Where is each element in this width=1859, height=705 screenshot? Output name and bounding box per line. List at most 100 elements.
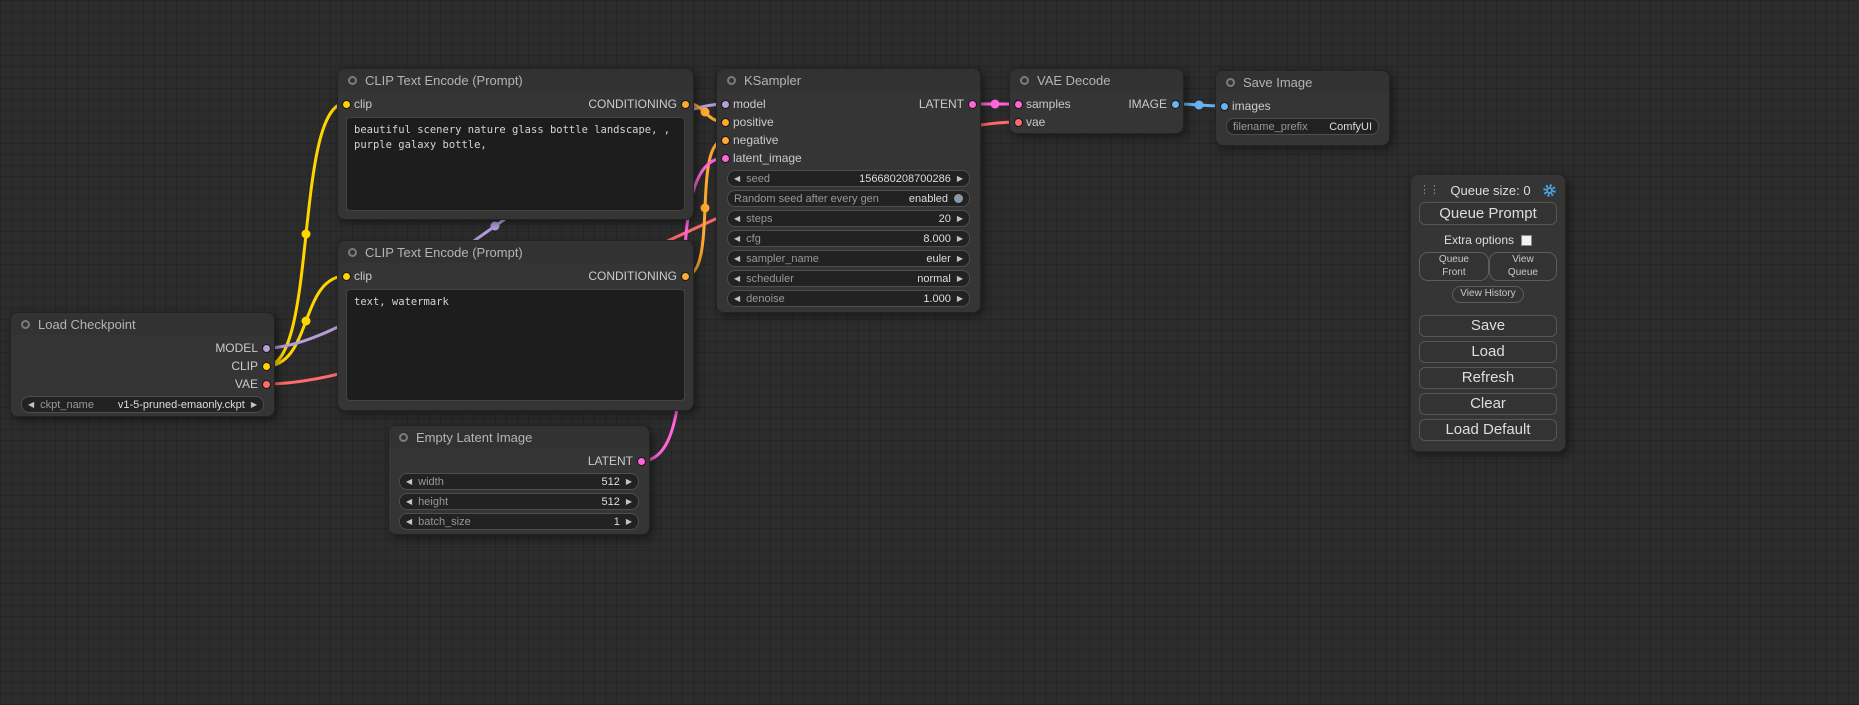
left-arrow-icon[interactable]: ◀ <box>734 295 740 303</box>
node-titlebar[interactable]: KSampler <box>717 69 980 91</box>
node-titlebar[interactable]: Empty Latent Image <box>389 426 649 448</box>
load-default-button[interactable]: Load Default <box>1419 419 1557 441</box>
output-port-image[interactable] <box>1171 100 1180 109</box>
widget-seed[interactable]: ◀ seed 156680208700286 ▶ <box>727 170 970 187</box>
prompt-textarea[interactable]: text, watermark <box>346 289 685 401</box>
output-port-conditioning[interactable] <box>681 272 690 281</box>
slot-row: positive <box>717 113 980 131</box>
output-port-conditioning[interactable] <box>681 100 690 109</box>
left-arrow-icon[interactable]: ◀ <box>406 478 412 486</box>
input-port-latent-image[interactable] <box>721 154 730 163</box>
output-port-latent[interactable] <box>968 100 977 109</box>
collapse-toggle-icon[interactable] <box>1226 78 1235 87</box>
collapse-toggle-icon[interactable] <box>399 433 408 442</box>
widget-denoise[interactable]: ◀ denoise 1.000 ▶ <box>727 290 970 307</box>
collapse-toggle-icon[interactable] <box>727 76 736 85</box>
right-arrow-icon[interactable]: ▶ <box>626 518 632 526</box>
right-arrow-icon[interactable]: ▶ <box>957 255 963 263</box>
widget-sampler-name[interactable]: ◀ sampler_name euler ▶ <box>727 250 970 267</box>
node-title: KSampler <box>744 73 801 88</box>
widget-label: denoise <box>746 293 785 305</box>
node-titlebar[interactable]: Load Checkpoint <box>11 313 274 335</box>
left-arrow-icon[interactable]: ◀ <box>406 498 412 506</box>
input-port-images[interactable] <box>1220 102 1229 111</box>
node-ksampler[interactable]: KSampler model LATENT positive negative … <box>716 68 981 313</box>
right-arrow-icon[interactable]: ▶ <box>251 401 257 409</box>
input-port-positive[interactable] <box>721 118 730 127</box>
slot-row: CLIP <box>11 357 274 375</box>
queue-prompt-button[interactable]: Queue Prompt <box>1419 202 1557 225</box>
node-clip-text-encode-negative[interactable]: CLIP Text Encode (Prompt) clip CONDITION… <box>337 240 694 411</box>
right-arrow-icon[interactable]: ▶ <box>957 295 963 303</box>
node-load-checkpoint[interactable]: Load Checkpoint MODEL CLIP VAE ◀ ckpt_na… <box>10 312 275 417</box>
left-arrow-icon[interactable]: ◀ <box>28 401 34 409</box>
collapse-toggle-icon[interactable] <box>348 248 357 257</box>
prompt-textarea[interactable]: beautiful scenery nature glass bottle la… <box>346 117 685 211</box>
output-port-latent[interactable] <box>637 457 646 466</box>
collapse-toggle-icon[interactable] <box>21 320 30 329</box>
widget-ckpt-name[interactable]: ◀ ckpt_name v1-5-pruned-emaonly.ckpt ▶ <box>21 396 264 413</box>
collapse-toggle-icon[interactable] <box>348 76 357 85</box>
input-port-negative[interactable] <box>721 136 730 145</box>
left-arrow-icon[interactable]: ◀ <box>734 175 740 183</box>
node-clip-text-encode-positive[interactable]: CLIP Text Encode (Prompt) clip CONDITION… <box>337 68 694 220</box>
node-titlebar[interactable]: CLIP Text Encode (Prompt) <box>338 241 693 263</box>
settings-gear-icon[interactable] <box>1542 183 1557 198</box>
right-arrow-icon[interactable]: ▶ <box>957 235 963 243</box>
node-titlebar[interactable]: VAE Decode <box>1010 69 1183 91</box>
input-port-vae[interactable] <box>1014 118 1023 127</box>
right-arrow-icon[interactable]: ▶ <box>626 498 632 506</box>
input-port-model[interactable] <box>721 100 730 109</box>
widget-random-seed-toggle[interactable]: Random seed after every gen enabled <box>727 190 970 207</box>
extra-options-checkbox[interactable] <box>1521 235 1532 246</box>
left-arrow-icon[interactable]: ◀ <box>734 275 740 283</box>
collapse-toggle-icon[interactable] <box>1020 76 1029 85</box>
node-title: CLIP Text Encode (Prompt) <box>365 73 523 88</box>
node-title: VAE Decode <box>1037 73 1110 88</box>
widget-width[interactable]: ◀ width 512 ▶ <box>399 473 639 490</box>
widget-scheduler[interactable]: ◀ scheduler normal ▶ <box>727 270 970 287</box>
slot-row: clip CONDITIONING <box>338 95 693 113</box>
view-queue-button[interactable]: View Queue <box>1489 252 1557 281</box>
node-titlebar[interactable]: Save Image <box>1216 71 1389 93</box>
left-arrow-icon[interactable]: ◀ <box>734 215 740 223</box>
queue-panel: ⋮⋮ Queue size: 0 Queue Prompt Extra opti… <box>1410 174 1566 452</box>
node-save-image[interactable]: Save Image images filename_prefix ComfyU… <box>1215 70 1390 146</box>
widget-label: ckpt_name <box>40 399 94 411</box>
queue-front-button[interactable]: Queue Front <box>1419 252 1489 281</box>
right-arrow-icon[interactable]: ▶ <box>957 175 963 183</box>
output-port-clip[interactable] <box>262 362 271 371</box>
output-port-vae[interactable] <box>262 380 271 389</box>
input-port-samples[interactable] <box>1014 100 1023 109</box>
widget-height[interactable]: ◀ height 512 ▶ <box>399 493 639 510</box>
widget-value: 20 <box>939 213 951 225</box>
slot-row: MODEL <box>11 339 274 357</box>
input-port-clip[interactable] <box>342 100 351 109</box>
load-button[interactable]: Load <box>1419 341 1557 363</box>
refresh-button[interactable]: Refresh <box>1419 367 1557 389</box>
slot-row: LATENT <box>389 452 649 470</box>
wire-midpoint-dot <box>491 222 500 231</box>
view-history-button[interactable]: View History <box>1452 286 1523 303</box>
right-arrow-icon[interactable]: ▶ <box>626 478 632 486</box>
widget-steps[interactable]: ◀ steps 20 ▶ <box>727 210 970 227</box>
drag-handle-icon[interactable]: ⋮⋮ <box>1419 185 1439 196</box>
widget-cfg[interactable]: ◀ cfg 8.000 ▶ <box>727 230 970 247</box>
left-arrow-icon[interactable]: ◀ <box>406 518 412 526</box>
widget-label: batch_size <box>418 516 471 528</box>
right-arrow-icon[interactable]: ▶ <box>957 215 963 223</box>
node-vae-decode[interactable]: VAE Decode samples IMAGE vae <box>1009 68 1184 134</box>
input-port-clip[interactable] <box>342 272 351 281</box>
save-button[interactable]: Save <box>1419 315 1557 337</box>
node-titlebar[interactable]: CLIP Text Encode (Prompt) <box>338 69 693 91</box>
right-arrow-icon[interactable]: ▶ <box>957 275 963 283</box>
widget-batch-size[interactable]: ◀ batch_size 1 ▶ <box>399 513 639 530</box>
output-port-model[interactable] <box>262 344 271 353</box>
left-arrow-icon[interactable]: ◀ <box>734 255 740 263</box>
widget-filename-prefix[interactable]: filename_prefix ComfyUI <box>1226 118 1379 135</box>
left-arrow-icon[interactable]: ◀ <box>734 235 740 243</box>
node-empty-latent-image[interactable]: Empty Latent Image LATENT ◀ width 512 ▶ … <box>388 425 650 535</box>
clear-button[interactable]: Clear <box>1419 393 1557 415</box>
node-canvas[interactable]: Load Checkpoint MODEL CLIP VAE ◀ ckpt_na… <box>0 0 1859 705</box>
toggle-on-indicator[interactable] <box>954 194 963 203</box>
